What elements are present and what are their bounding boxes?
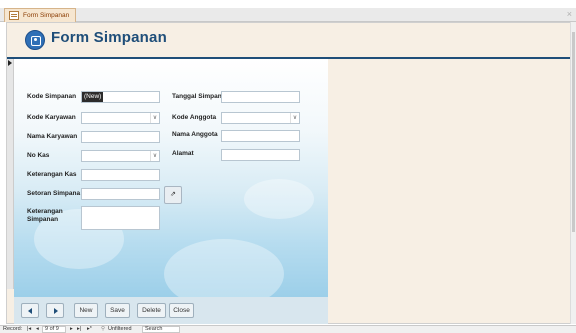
tanggal-simpan-label: Tanggal Simpan: xyxy=(172,93,224,100)
scrollbar-thumb[interactable] xyxy=(572,32,575,232)
new-record-nav[interactable]: ▸* xyxy=(87,326,92,333)
search-input[interactable]: Search xyxy=(142,326,180,333)
tab-label: Form Simpanan xyxy=(23,12,70,19)
kode-simpanan-field[interactable]: (New) xyxy=(81,91,160,103)
access-window: Form Simpanan × Form Simpanan Kode Simpa… xyxy=(0,0,576,333)
kode-simpanan-label: Kode Simpanan xyxy=(27,93,77,100)
tanggal-simpan-field[interactable] xyxy=(221,91,300,103)
first-record-button[interactable]: |◂ xyxy=(27,326,31,333)
document-tab-bar: Form Simpanan × xyxy=(0,8,576,22)
chevron-down-icon[interactable]: ∨ xyxy=(150,151,159,161)
chevron-down-icon[interactable]: ∨ xyxy=(150,113,159,123)
nama-anggota-label: Nama Anggota xyxy=(172,131,218,138)
nama-karyawan-field[interactable] xyxy=(81,131,160,143)
close-button[interactable]: Close xyxy=(169,303,194,318)
kode-simpanan-value: (New) xyxy=(82,92,104,102)
setoran-simpanan-label: Setoran Simpana xyxy=(27,190,81,197)
alamat-label: Alamat xyxy=(172,150,194,157)
filter-status[interactable]: Unfiltered xyxy=(108,326,132,333)
kode-karyawan-combo[interactable]: ∨ xyxy=(81,112,160,124)
background-texture xyxy=(164,239,284,297)
no-kas-combo[interactable]: ∨ xyxy=(81,150,160,162)
keterangan-kas-field[interactable] xyxy=(81,169,160,181)
alamat-field[interactable] xyxy=(221,149,300,161)
keterangan-simpanan-field[interactable] xyxy=(81,206,160,230)
record-position-field[interactable]: 9 of 9 xyxy=(42,326,66,333)
nama-karyawan-label: Nama Karyawan xyxy=(27,133,78,140)
kode-anggota-combo[interactable]: ∨ xyxy=(221,112,300,124)
form-detail: Kode Simpanan (New) Tanggal Simpan: Kode… xyxy=(14,59,328,297)
current-record-arrow-icon xyxy=(8,60,12,66)
vertical-scrollbar[interactable] xyxy=(570,22,576,324)
next-record-button[interactable] xyxy=(46,303,64,318)
previous-record-button[interactable] xyxy=(21,303,39,318)
calculator-icon: ⇗ xyxy=(170,191,176,198)
tab-form-simpanan[interactable]: Form Simpanan xyxy=(4,8,77,22)
form-icon xyxy=(9,11,19,20)
no-kas-label: No Kas xyxy=(27,152,50,159)
record-selector[interactable] xyxy=(7,59,14,289)
nama-anggota-field[interactable] xyxy=(221,130,300,142)
last-record-button[interactable]: ▸| xyxy=(77,326,81,333)
calculator-button[interactable]: ⇗ xyxy=(164,186,182,204)
filter-icon[interactable]: ⚲ xyxy=(101,326,105,333)
form-footer: New Save Delete Close xyxy=(14,297,328,324)
arrow-left-icon xyxy=(28,308,32,314)
form-header: Form Simpanan xyxy=(7,23,572,57)
page-title: Form Simpanan xyxy=(51,29,167,46)
chevron-down-icon[interactable]: ∨ xyxy=(290,113,299,123)
previous-record-nav[interactable]: ◂ xyxy=(36,326,39,333)
new-button[interactable]: New xyxy=(74,303,98,318)
background-texture xyxy=(244,179,314,219)
next-record-nav[interactable]: ▸ xyxy=(70,326,73,333)
kode-anggota-label: Kode Anggota xyxy=(172,114,217,121)
close-icon[interactable]: × xyxy=(567,8,572,21)
arrow-right-icon xyxy=(54,308,58,314)
save-button[interactable]: Save xyxy=(105,303,130,318)
form-window: Form Simpanan Kode Simpanan (New) Tangga… xyxy=(6,22,572,324)
record-navigation-bar: Record: |◂ ◂ 9 of 9 ▸ ▸| ▸* ⚲ Unfiltered… xyxy=(0,325,576,333)
keterangan-kas-label: Keterangan Kas xyxy=(27,171,77,178)
form-logo-icon xyxy=(25,30,45,50)
record-label: Record: xyxy=(3,326,23,332)
delete-button[interactable]: Delete xyxy=(137,303,166,318)
kode-karyawan-label: Kode Karyawan xyxy=(27,114,76,121)
setoran-simpanan-field[interactable] xyxy=(81,188,160,200)
keterangan-simpanan-label: Keterangan Simpanan xyxy=(27,208,63,223)
